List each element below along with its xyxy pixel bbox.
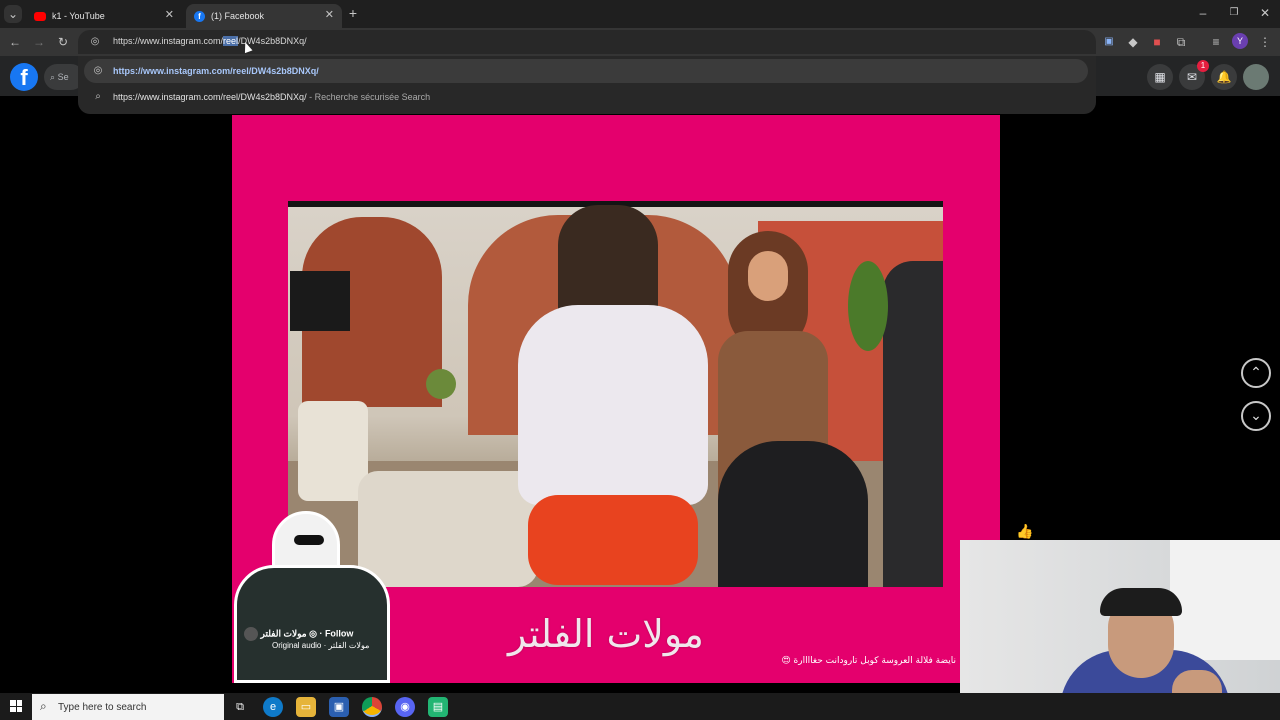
task-view-icon[interactable]: ⧉ [230, 697, 250, 717]
menu-icon[interactable]: ⋮ [1256, 33, 1274, 51]
profile-avatar[interactable]: Y [1232, 33, 1248, 49]
reel-author[interactable]: مولات الفلتر ◎ · Follow [244, 627, 353, 641]
extension-icon[interactable]: ◆ [1124, 33, 1142, 51]
person [518, 205, 708, 585]
notification-badge: 1 [1197, 60, 1209, 72]
previous-reel-button[interactable]: ⌃ [1241, 358, 1271, 388]
back-icon[interactable]: ← [6, 33, 24, 51]
restore-icon[interactable]: ❐ [1225, 4, 1243, 22]
reel-player[interactable]: مولات الفلتر نايضة فلالة العروسة كوبل تا… [232, 115, 1000, 683]
reload-icon[interactable]: ↻ [54, 33, 72, 51]
plant [426, 369, 456, 399]
media-controls-icon[interactable]: ≡ [1207, 33, 1225, 51]
tab-youtube[interactable]: k1 - YouTube ✕ [26, 4, 182, 28]
translate-icon[interactable]: ▣ [1100, 33, 1118, 51]
app-icon[interactable]: ▤ [428, 697, 448, 717]
facebook-logo[interactable]: f [10, 63, 38, 91]
author-name[interactable]: مولات الفلتر [261, 628, 307, 638]
reel-caption: نايضة فلالة العروسة كوبل تارودانت حغاااا… [781, 656, 956, 666]
search-placeholder: Se [57, 72, 69, 82]
verified-icon: ◎ [309, 628, 317, 639]
reel-audio[interactable]: مولات الفلتر · Original audio [272, 641, 369, 650]
follow-button[interactable]: Follow [325, 628, 354, 638]
extensions-puzzle-icon[interactable]: ⧉ [1172, 33, 1190, 51]
tab-strip: ⌄ k1 - YouTube ✕ f (1) Facebook ✕ + – ❐ … [0, 0, 1280, 28]
tab-facebook[interactable]: f (1) Facebook ✕ [186, 4, 342, 28]
discord-icon[interactable]: ◉ [395, 697, 415, 717]
taskbar-search-input[interactable]: ⌕ Type here to search [32, 694, 224, 720]
site-info-icon[interactable]: ◎ [86, 33, 104, 51]
globe-icon: ◎ [93, 65, 103, 76]
forward-icon[interactable]: → [30, 33, 48, 51]
menu-grid-icon[interactable]: ▦ [1147, 64, 1173, 90]
youtube-icon [34, 11, 46, 21]
like-icon[interactable]: 👍 [1016, 523, 1033, 540]
suggestion-url[interactable]: ◎ https://www.instagram.com/reel/DW4s2b8… [84, 59, 1088, 83]
omnibox-suggestions: ◎ https://www.instagram.com/reel/DW4s2b8… [78, 56, 1096, 114]
suggestion-search[interactable]: ⌕ https://www.instagram.com/reel/DW4s2b8… [84, 85, 1088, 109]
overlay-title: مولات الفلتر [508, 612, 704, 656]
audio-label[interactable]: مولات الفلتر · Original audio [272, 641, 369, 650]
avatar [244, 627, 258, 641]
url-text[interactable]: https://www.instagram.com/reel/DW4s2b8DN… [113, 36, 307, 46]
tab-search-icon[interactable]: ⌄ [4, 5, 22, 23]
close-window-icon[interactable]: ✕ [1256, 4, 1274, 22]
search-icon: ⌕ [40, 699, 47, 713]
person [883, 261, 943, 587]
facebook-icon: f [194, 10, 205, 22]
notifications-bell-icon[interactable]: 🔔 [1211, 64, 1237, 90]
file-explorer-icon[interactable]: ▭ [296, 697, 316, 717]
author-sticker [232, 505, 392, 683]
chrome-icon[interactable] [362, 697, 382, 717]
search-icon: ⌕ [50, 72, 56, 82]
tv [290, 271, 350, 331]
tab-label: k1 - YouTube [52, 11, 105, 21]
edge-icon[interactable]: e [263, 697, 283, 717]
store-icon[interactable]: ▣ [329, 697, 349, 717]
person [718, 441, 868, 587]
next-reel-button[interactable]: ⌄ [1241, 401, 1271, 431]
windows-start-icon[interactable] [10, 700, 22, 712]
pdf-extension-icon[interactable]: ■ [1148, 33, 1166, 51]
new-tab-button[interactable]: + [344, 4, 362, 22]
account-avatar[interactable] [1243, 64, 1269, 90]
close-tab-icon[interactable]: ✕ [165, 8, 174, 21]
close-tab-icon[interactable]: ✕ [325, 8, 334, 21]
plant [848, 261, 888, 351]
search-icon: ⌕ [95, 91, 101, 102]
tab-label: (1) Facebook [211, 11, 265, 21]
minimize-icon[interactable]: – [1194, 4, 1212, 22]
